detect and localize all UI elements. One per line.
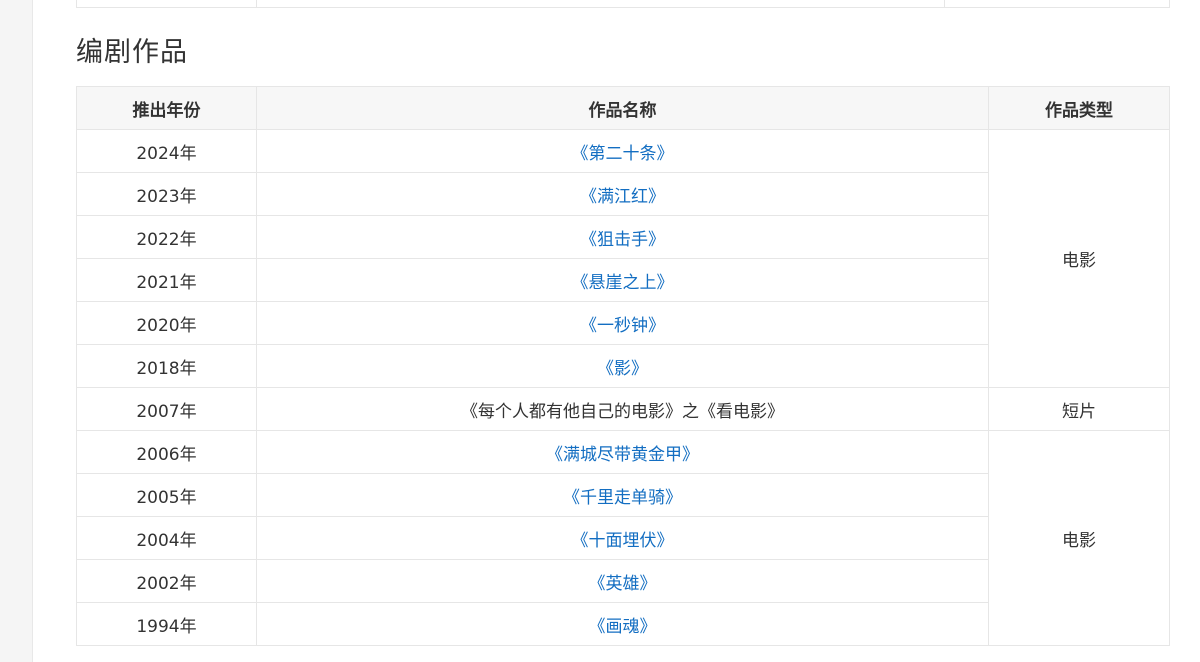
cell-name: 《十面埋伏》 [256, 516, 989, 560]
cell-year: 2004年 [76, 516, 257, 560]
cell-year: 2023年 [76, 172, 257, 216]
work-title-text: 《每个人都有他自己的电影》之《看电影》 [461, 401, 784, 422]
work-title-link[interactable]: 《千里走单骑》 [563, 488, 682, 508]
cell-name: 《每个人都有他自己的电影》之《看电影》 [256, 387, 989, 431]
previous-table-divider [256, 0, 257, 7]
work-title-link[interactable]: 《画魂》 [589, 617, 657, 637]
cell-type: 电影 [988, 430, 1170, 646]
work-title-link[interactable]: 《悬崖之上》 [572, 273, 674, 293]
work-title-link[interactable]: 《英雄》 [589, 574, 657, 594]
table-row: 2006年 《满城尽带黄金甲》 电影 [76, 430, 1170, 646]
cell-year: 2018年 [76, 344, 257, 388]
table-header-row: 推出年份 作品名称 作品类型 [76, 86, 1170, 130]
cell-name: 《悬崖之上》 [256, 258, 989, 302]
screenwriting-works-table: 推出年份 作品名称 作品类型 2024年 《第二十条》 电影 2023年 《满江红》 20… [76, 86, 1170, 646]
cell-year: 2022年 [76, 215, 257, 259]
cell-year: 2020年 [76, 301, 257, 345]
previous-table-divider [944, 0, 945, 7]
cell-year: 2005年 [76, 473, 257, 517]
section-title: 编剧作品 [76, 37, 188, 68]
work-title-link[interactable]: 《一秒钟》 [580, 316, 665, 336]
header-name: 作品名称 [256, 86, 989, 130]
cell-year: 2024年 [76, 129, 257, 173]
work-title-link[interactable]: 《狙击手》 [580, 230, 665, 250]
work-title-link[interactable]: 《十面埋伏》 [572, 531, 674, 551]
cell-type: 短片 [988, 387, 1170, 431]
cell-name: 《第二十条》 [256, 129, 989, 173]
cell-year: 2002年 [76, 559, 257, 603]
header-year: 推出年份 [76, 86, 257, 130]
cell-name: 《一秒钟》 [256, 301, 989, 345]
work-title-link[interactable]: 《第二十条》 [572, 144, 674, 164]
table-row: 2007年 《每个人都有他自己的电影》之《看电影》 短片 [76, 387, 1170, 431]
cell-year: 1994年 [76, 602, 257, 646]
cell-name: 《满城尽带黄金甲》 [256, 430, 989, 474]
header-type: 作品类型 [988, 86, 1170, 130]
table-row: 2024年 《第二十条》 电影 [76, 129, 1170, 388]
cell-name: 《狙击手》 [256, 215, 989, 259]
table-body: 2024年 《第二十条》 电影 2023年 《满江红》 2022年 《狙击手》 2021年 《悬… [76, 129, 1170, 646]
cell-name: 《满江红》 [256, 172, 989, 216]
previous-table-bottom [76, 0, 1170, 8]
cell-year: 2006年 [76, 430, 257, 474]
cell-name: 《千里走单骑》 [256, 473, 989, 517]
work-title-link[interactable]: 《影》 [597, 359, 648, 379]
left-gutter [0, 0, 33, 662]
cell-year: 2021年 [76, 258, 257, 302]
work-title-link[interactable]: 《满江红》 [580, 187, 665, 207]
cell-name: 《影》 [256, 344, 989, 388]
cell-name: 《画魂》 [256, 602, 989, 646]
cell-name: 《英雄》 [256, 559, 989, 603]
cell-year: 2007年 [76, 387, 257, 431]
work-title-link[interactable]: 《满城尽带黄金甲》 [546, 445, 699, 465]
cell-type: 电影 [988, 129, 1170, 388]
